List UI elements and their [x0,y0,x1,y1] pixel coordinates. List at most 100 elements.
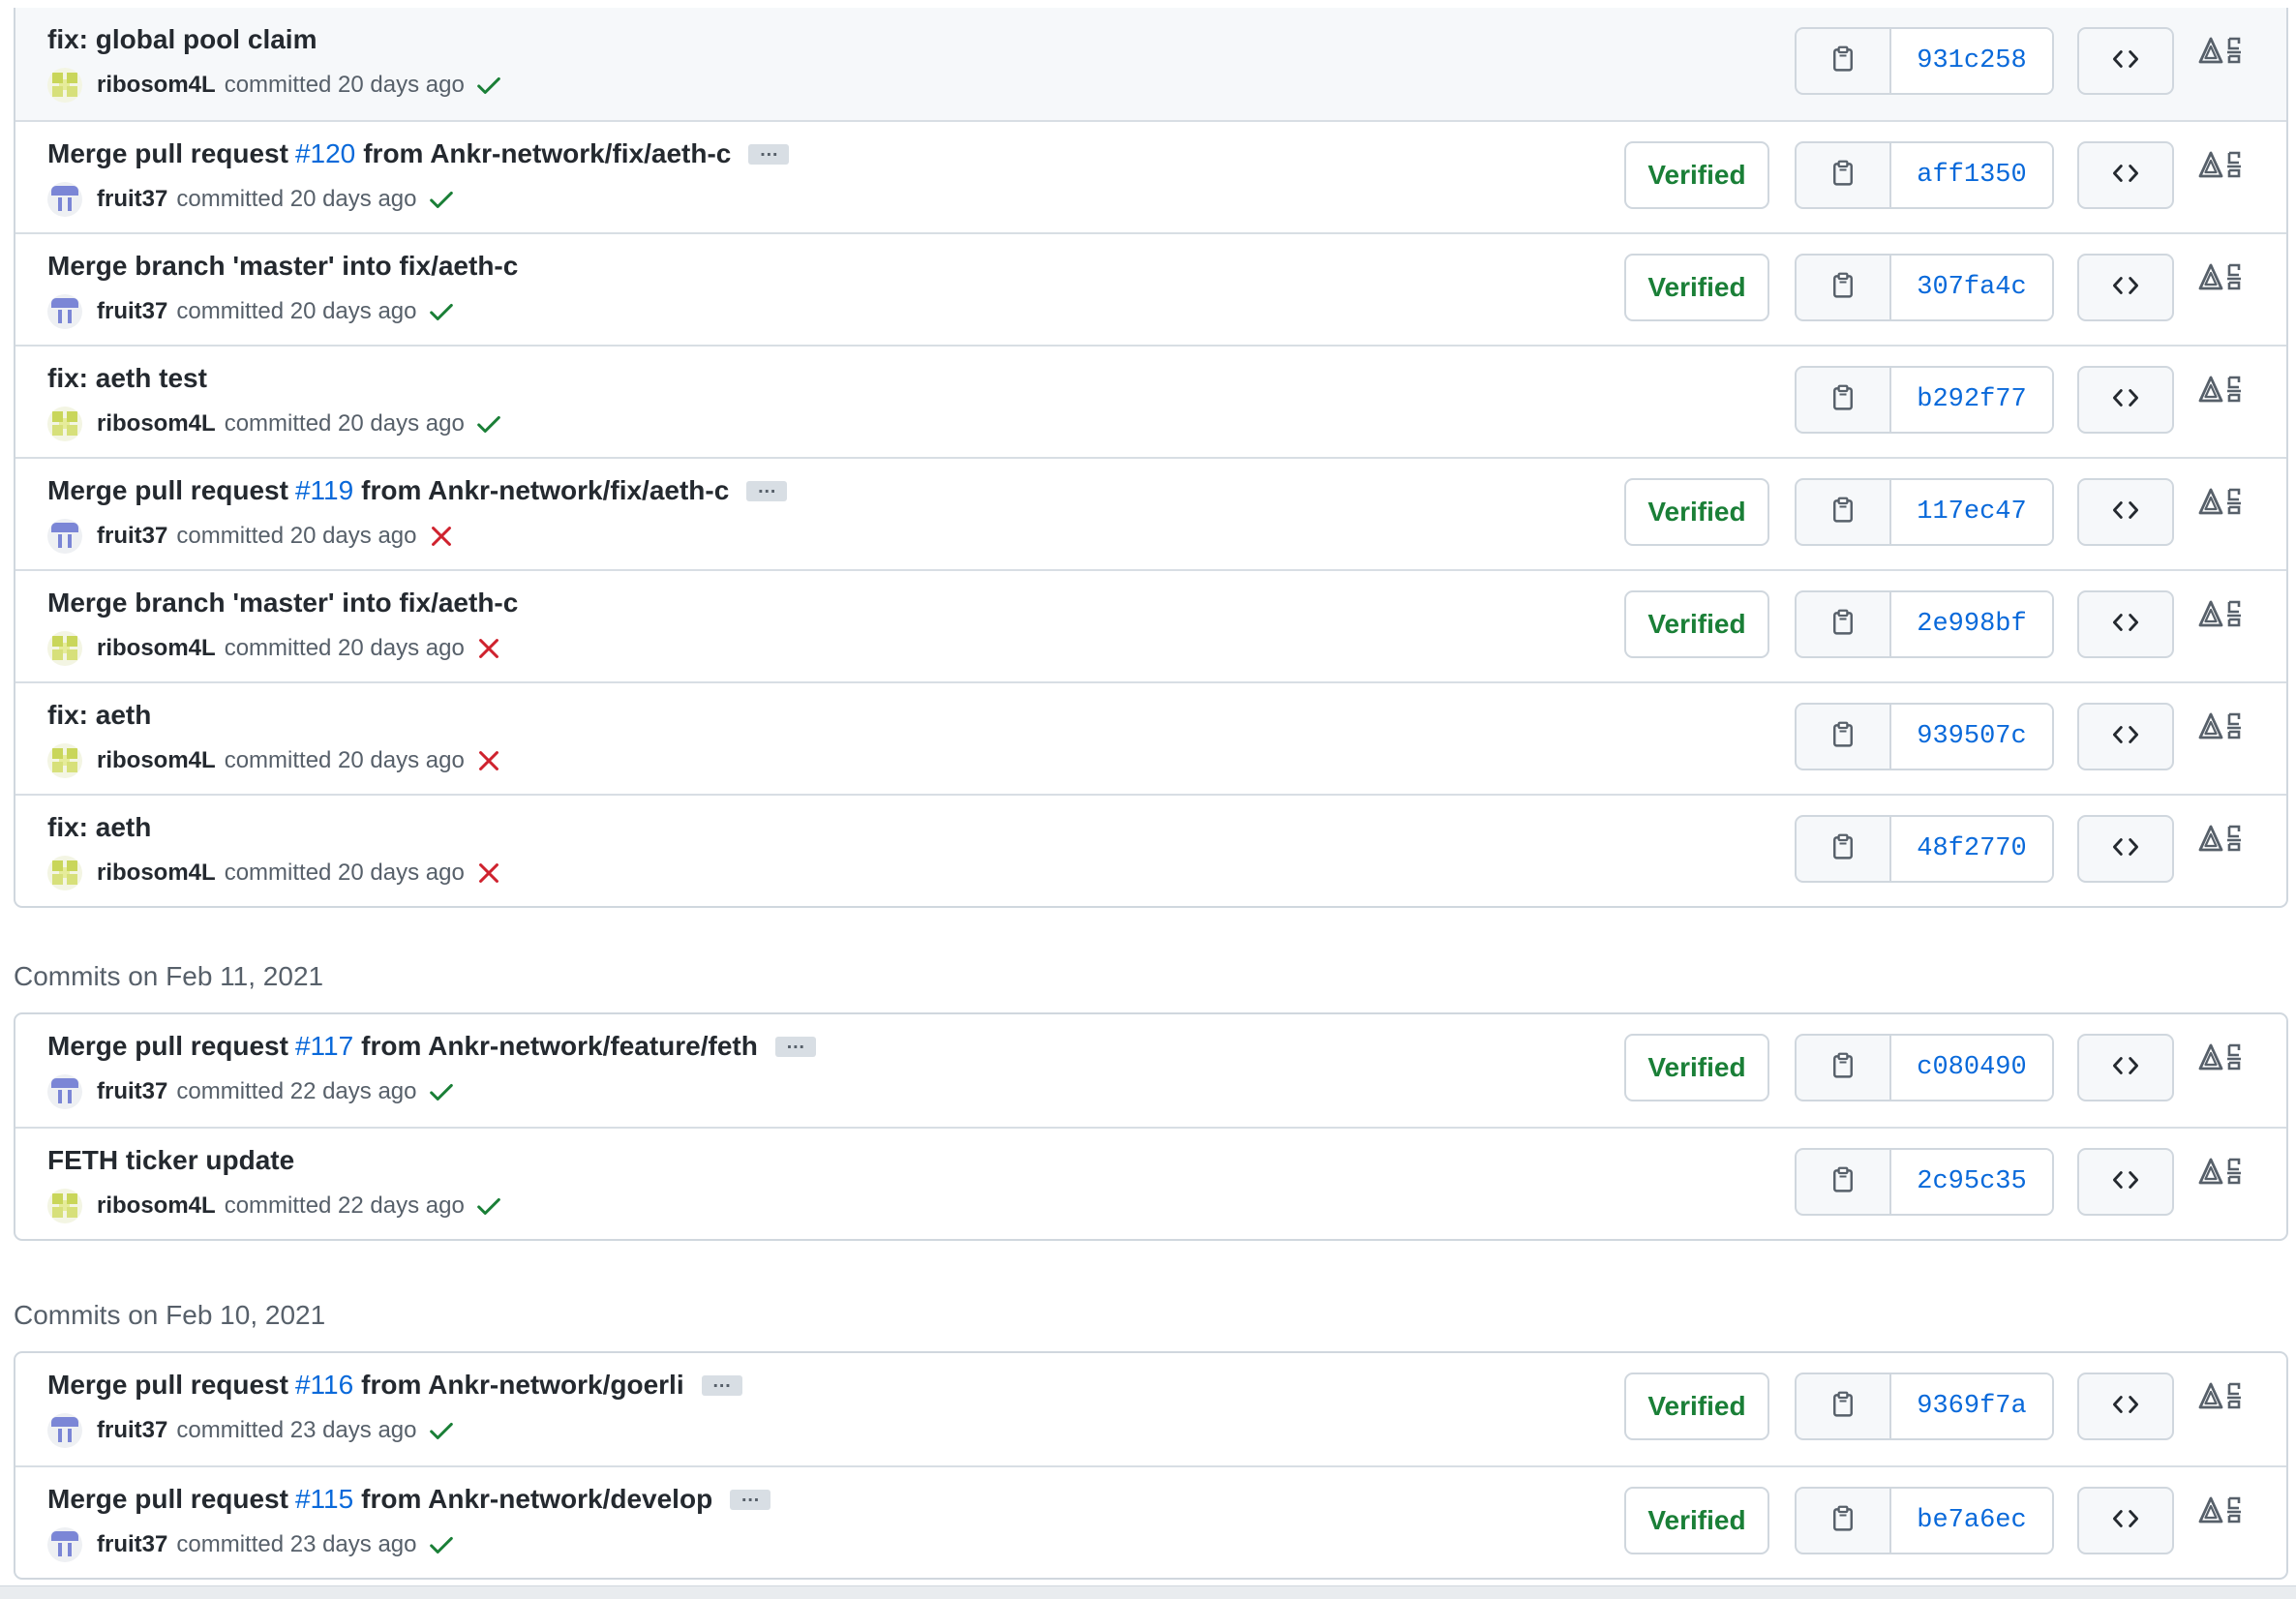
commit-title[interactable]: Merge pull request #117 from Ankr-network/… [47,1031,816,1062]
commit-message[interactable]: fix: aeth [47,700,151,731]
copy-sha-button[interactable] [1797,1150,1891,1214]
avatar[interactable] [47,68,82,103]
commit-sha-link[interactable]: 9369f7a [1891,1374,2052,1438]
extension-icon[interactable] [2198,1154,2254,1192]
expand-message-button[interactable]: … [746,477,788,501]
commit-message[interactable]: fix: global pool claim [47,24,317,55]
pull-request-link[interactable]: #120 [295,138,355,169]
commit-sha-link[interactable]: c080490 [1891,1036,2052,1100]
commit-sha-link[interactable]: 48f2770 [1891,817,2052,881]
commit-title[interactable]: FETH ticker update [47,1145,294,1176]
extension-icon[interactable] [2198,259,2254,298]
check-icon[interactable] [427,1416,456,1445]
verified-badge[interactable]: Verified [1624,478,1769,546]
browse-repo-button[interactable] [2077,1148,2174,1216]
commit-message-suffix[interactable]: from Ankr-network/goerli [361,1370,683,1401]
commit-title[interactable]: fix: aeth [47,700,151,731]
copy-sha-button[interactable] [1797,592,1891,656]
browse-repo-button[interactable] [2077,141,2174,209]
browse-repo-button[interactable] [2077,1034,2174,1101]
x-icon[interactable] [474,634,503,663]
extension-icon[interactable] [2198,372,2254,410]
copy-sha-button[interactable] [1797,1036,1891,1100]
extension-icon[interactable] [2198,709,2254,747]
commit-title[interactable]: Merge pull request #116 from Ankr-network/… [47,1370,742,1401]
author-link[interactable]: ribosom4L [97,410,216,437]
check-icon[interactable] [474,71,503,100]
commit-message-suffix[interactable]: from Ankr-network/feature/feth [361,1031,758,1062]
commit-message[interactable]: fix: aeth [47,812,151,843]
avatar[interactable] [47,294,82,329]
commit-title[interactable]: fix: aeth test [47,363,207,394]
browse-repo-button[interactable] [2077,815,2174,883]
commit-sha-link[interactable]: 931c258 [1891,29,2052,93]
copy-sha-button[interactable] [1797,1374,1891,1438]
commit-message[interactable]: Merge branch 'master' into fix/aeth-c [47,588,518,618]
verified-badge[interactable]: Verified [1624,141,1769,209]
browse-repo-button[interactable] [2077,254,2174,321]
pull-request-link[interactable]: #115 [295,1484,353,1515]
check-icon[interactable] [427,297,456,326]
extension-icon[interactable] [2198,1040,2254,1078]
author-link[interactable]: fruit37 [97,298,167,325]
author-link[interactable]: fruit37 [97,1417,167,1444]
copy-sha-button[interactable] [1797,705,1891,769]
browse-repo-button[interactable] [2077,27,2174,95]
commit-title[interactable]: Merge pull request #119 from Ankr-network/… [47,475,788,506]
pull-request-link[interactable]: #116 [295,1370,353,1401]
check-icon[interactable] [474,1192,503,1221]
author-link[interactable]: ribosom4L [97,747,216,774]
extension-icon[interactable] [2198,147,2254,186]
copy-sha-button[interactable] [1797,1489,1891,1553]
commit-title[interactable]: Merge branch 'master' into fix/aeth-c [47,251,518,282]
browse-repo-button[interactable] [2077,1373,2174,1440]
author-link[interactable]: fruit37 [97,523,167,550]
x-icon[interactable] [427,522,456,551]
verified-badge[interactable]: Verified [1624,254,1769,321]
pull-request-link[interactable]: #117 [295,1031,353,1062]
check-icon[interactable] [474,409,503,438]
copy-sha-button[interactable] [1797,368,1891,432]
commit-message-suffix[interactable]: from Ankr-network/develop [361,1484,712,1515]
browse-repo-button[interactable] [2077,1487,2174,1554]
author-link[interactable]: fruit37 [97,186,167,213]
expand-message-button[interactable]: … [730,1486,771,1510]
extension-icon[interactable] [2198,484,2254,523]
avatar[interactable] [47,182,82,217]
x-icon[interactable] [474,859,503,888]
copy-sha-button[interactable] [1797,480,1891,544]
check-icon[interactable] [427,1077,456,1106]
author-link[interactable]: fruit37 [97,1531,167,1558]
commit-title[interactable]: Merge branch 'master' into fix/aeth-c [47,588,518,618]
author-link[interactable]: fruit37 [97,1078,167,1105]
extension-icon[interactable] [2198,1378,2254,1417]
extension-icon[interactable] [2198,821,2254,860]
avatar[interactable] [47,1527,82,1562]
extension-icon[interactable] [2198,1493,2254,1531]
commit-sha-link[interactable]: 939507c [1891,705,2052,769]
extension-icon[interactable] [2198,33,2254,72]
pull-request-link[interactable]: #119 [295,475,353,506]
commit-sha-link[interactable]: 2e998bf [1891,592,2052,656]
commit-message[interactable]: Merge pull request [47,1031,288,1062]
commit-message-suffix[interactable]: from Ankr-network/fix/aeth-c [361,475,729,506]
browse-repo-button[interactable] [2077,590,2174,658]
commit-message[interactable]: Merge pull request [47,1370,288,1401]
commit-message[interactable]: Merge pull request [47,475,288,506]
extension-icon[interactable] [2198,596,2254,635]
copy-sha-button[interactable] [1797,256,1891,319]
commit-message[interactable]: fix: aeth test [47,363,207,394]
copy-sha-button[interactable] [1797,817,1891,881]
avatar[interactable] [47,631,82,666]
commit-message[interactable]: Merge branch 'master' into fix/aeth-c [47,251,518,282]
avatar[interactable] [47,1413,82,1448]
commit-sha-link[interactable]: 117ec47 [1891,480,2052,544]
author-link[interactable]: ribosom4L [97,635,216,662]
author-link[interactable]: ribosom4L [97,1192,216,1220]
verified-badge[interactable]: Verified [1624,1034,1769,1101]
copy-sha-button[interactable] [1797,143,1891,207]
horizontal-scrollbar[interactable] [0,1585,2296,1599]
expand-message-button[interactable]: … [748,140,790,165]
x-icon[interactable] [474,746,503,775]
verified-badge[interactable]: Verified [1624,1487,1769,1554]
